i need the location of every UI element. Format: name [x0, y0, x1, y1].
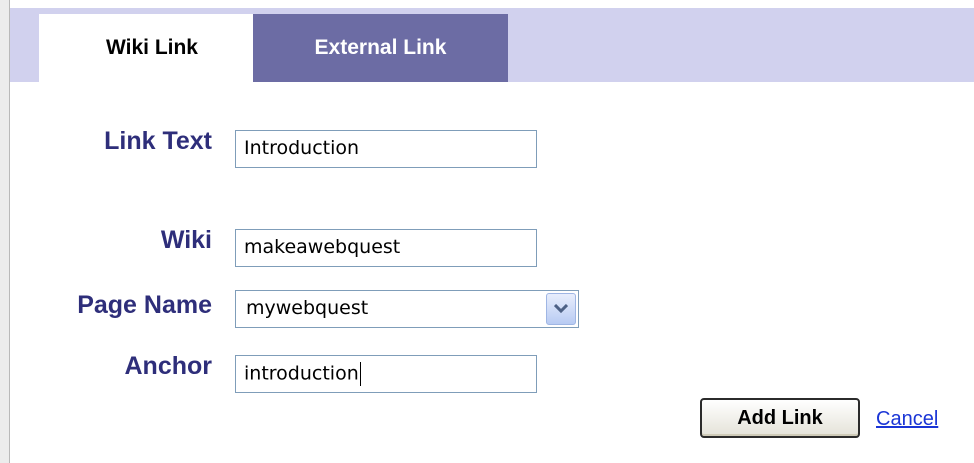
cancel-link[interactable]: Cancel	[876, 408, 938, 431]
anchor-label: Anchor	[124, 352, 213, 380]
add-link-button[interactable]: Add Link	[700, 398, 860, 438]
anchor-input[interactable]: introduction	[235, 355, 537, 393]
page-name-selected-value: mywebquest	[246, 297, 369, 319]
select-dropdown-button[interactable]	[546, 293, 576, 325]
anchor-input-value: introduction	[244, 362, 359, 385]
text-cursor	[359, 362, 361, 386]
page-name-label: Page Name	[77, 291, 212, 319]
link-text-input[interactable]: Introduction	[235, 130, 537, 168]
tab-external-link[interactable]: External Link	[253, 14, 508, 82]
wiki-label: Wiki	[160, 226, 212, 254]
tab-bar: Wiki Link External Link	[10, 8, 974, 82]
chevron-down-icon	[554, 304, 568, 314]
tab-wiki-link[interactable]: Wiki Link	[39, 14, 265, 82]
wiki-input[interactable]: makeawebquest	[235, 229, 537, 267]
link-text-label: Link Text	[104, 127, 212, 155]
window-left-border	[0, 0, 10, 463]
page-name-select[interactable]: mywebquest	[235, 290, 579, 328]
